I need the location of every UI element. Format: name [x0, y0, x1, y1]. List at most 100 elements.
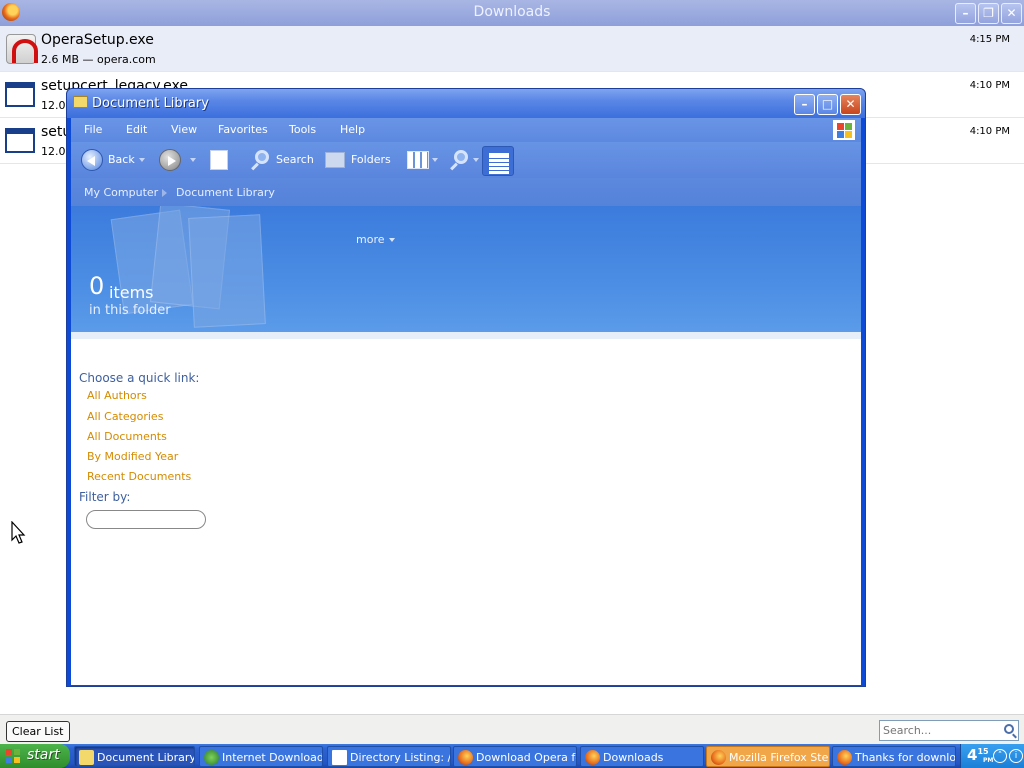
task-mozilla-firefox[interactable]: Mozilla Firefox Ster [706, 746, 830, 767]
download-filename: OperaSetup.exe [41, 32, 154, 48]
clock-suffix: PM [983, 757, 994, 764]
clear-list-button[interactable]: Clear List [6, 721, 70, 742]
breadcrumb-my-computer[interactable]: My Computer [84, 186, 158, 199]
task-thanks-for-downloading[interactable]: Thanks for downloa [832, 746, 956, 767]
toolbar: Back Search Folders [71, 142, 861, 178]
folders-icon[interactable] [325, 152, 345, 168]
downloads-title: Downloads [473, 4, 551, 20]
menu-view[interactable]: View [171, 123, 197, 136]
quick-link-by-modified-year[interactable]: By Modified Year [87, 450, 178, 463]
zoom-icon[interactable] [454, 150, 468, 164]
task-document-library[interactable]: Document Library [74, 746, 195, 767]
tray-info-icon[interactable]: i [1009, 749, 1023, 763]
close-button[interactable]: ✕ [1001, 3, 1022, 24]
exe-icon [5, 128, 35, 153]
quick-link-all-documents[interactable]: All Documents [87, 430, 167, 443]
firefox-icon [458, 750, 473, 765]
breadcrumb-separator-icon [162, 189, 167, 197]
task-downloads[interactable]: Downloads [580, 746, 704, 767]
menu-bar: File Edit View Favorites Tools Help [71, 118, 861, 142]
minimize-button[interactable]: – [955, 3, 976, 24]
minimize-button[interactable]: – [794, 94, 815, 115]
more-dropdown-icon[interactable] [389, 238, 395, 242]
download-time: 4:15 PM [969, 34, 1010, 45]
document-icon [332, 750, 347, 765]
doc-window-title: Document Library [92, 96, 209, 111]
task-label: Internet Download I [222, 751, 323, 764]
close-button[interactable]: ✕ [840, 94, 861, 115]
clock-hour: 4 [967, 746, 978, 764]
folder-icon [79, 750, 94, 765]
task-directory-listing[interactable]: Directory Listing: /p [327, 746, 451, 767]
mouse-cursor-icon [11, 521, 26, 544]
task-label: Mozilla Firefox Ster [729, 751, 830, 764]
start-label: start [27, 747, 60, 763]
search-input[interactable] [883, 723, 998, 738]
up-folder-icon[interactable] [210, 150, 228, 170]
task-label: Directory Listing: /p [350, 751, 451, 764]
windows-logo-icon [833, 120, 855, 140]
taskbar: start Document Library Internet Download… [0, 744, 1024, 768]
search-icon[interactable] [255, 150, 269, 164]
start-button[interactable]: start [0, 744, 70, 768]
quick-link-recent-documents[interactable]: Recent Documents [87, 470, 191, 483]
chevron-up-icon[interactable]: ˄ [993, 749, 1007, 763]
menu-tools[interactable]: Tools [289, 123, 316, 136]
downloads-footer: Clear List [0, 714, 1024, 744]
download-time: 4:10 PM [969, 126, 1010, 137]
folder-content: Choose a quick link: All Authors All Cat… [71, 339, 861, 685]
quick-link-all-categories[interactable]: All Categories [87, 410, 163, 423]
exe-icon [5, 82, 35, 107]
quick-link-heading: Choose a quick link: [79, 371, 200, 385]
task-internet-download[interactable]: Internet Download I [199, 746, 323, 767]
menu-help[interactable]: Help [340, 123, 365, 136]
menu-file[interactable]: File [84, 123, 102, 136]
zoom-dropdown-icon[interactable] [473, 158, 479, 162]
more-link[interactable]: more [356, 233, 385, 246]
download-time: 4:10 PM [969, 80, 1010, 91]
downloads-search[interactable] [879, 720, 1019, 741]
documents-watermark-icon [188, 214, 266, 328]
maximize-button[interactable]: □ [817, 94, 838, 115]
doc-titlebar[interactable]: Document Library – □ ✕ [67, 89, 865, 118]
firefox-icon [837, 750, 852, 765]
download-meta: 12.0 [41, 99, 66, 112]
restore-button[interactable]: ❐ [978, 3, 999, 24]
task-label: Document Library [97, 751, 195, 764]
search-button[interactable]: Search [276, 148, 314, 172]
item-count-unit: items [109, 283, 154, 302]
breadcrumb-document-library[interactable]: Document Library [176, 186, 275, 199]
folders-button[interactable]: Folders [351, 148, 391, 172]
back-arrow-icon[interactable] [81, 149, 103, 171]
windows-logo-icon [6, 749, 20, 763]
document-library-window: Document Library – □ ✕ File Edit View Fa… [66, 88, 866, 687]
menu-favorites[interactable]: Favorites [218, 123, 268, 136]
download-meta: 2.6 MB — opera.com [41, 53, 156, 66]
calendar-icon[interactable] [482, 146, 514, 176]
download-meta: 12.0 [41, 145, 66, 158]
views-dropdown-icon[interactable] [432, 158, 438, 162]
forward-dropdown-icon[interactable] [190, 158, 196, 162]
views-icon[interactable] [407, 151, 429, 169]
quick-link-all-authors[interactable]: All Authors [87, 389, 147, 402]
firefox-icon [711, 750, 726, 765]
back-button[interactable]: Back [108, 148, 135, 172]
item-count-subtitle: in this folder [89, 303, 171, 318]
filter-heading: Filter by: [79, 490, 131, 504]
back-dropdown-icon[interactable] [139, 158, 145, 162]
clock-minutes: 15 [977, 747, 989, 756]
header-divider [71, 332, 861, 339]
breadcrumb: My Computer Document Library [71, 178, 861, 206]
system-tray: 415 PM ˄ i [960, 744, 1024, 768]
menu-edit[interactable]: Edit [126, 123, 147, 136]
filter-input[interactable] [86, 510, 206, 529]
downloads-titlebar[interactable]: Downloads – ❐ ✕ [0, 0, 1024, 26]
task-label: Download Opera fo [476, 751, 577, 764]
search-icon[interactable] [1004, 724, 1014, 734]
download-item[interactable]: OperaSetup.exe 2.6 MB — opera.com 4:15 P… [0, 26, 1024, 72]
forward-arrow-icon[interactable] [159, 149, 181, 171]
folder-icon [73, 96, 88, 108]
opera-icon [6, 34, 38, 64]
task-label: Thanks for downloa [855, 751, 956, 764]
task-download-opera[interactable]: Download Opera fo [453, 746, 577, 767]
